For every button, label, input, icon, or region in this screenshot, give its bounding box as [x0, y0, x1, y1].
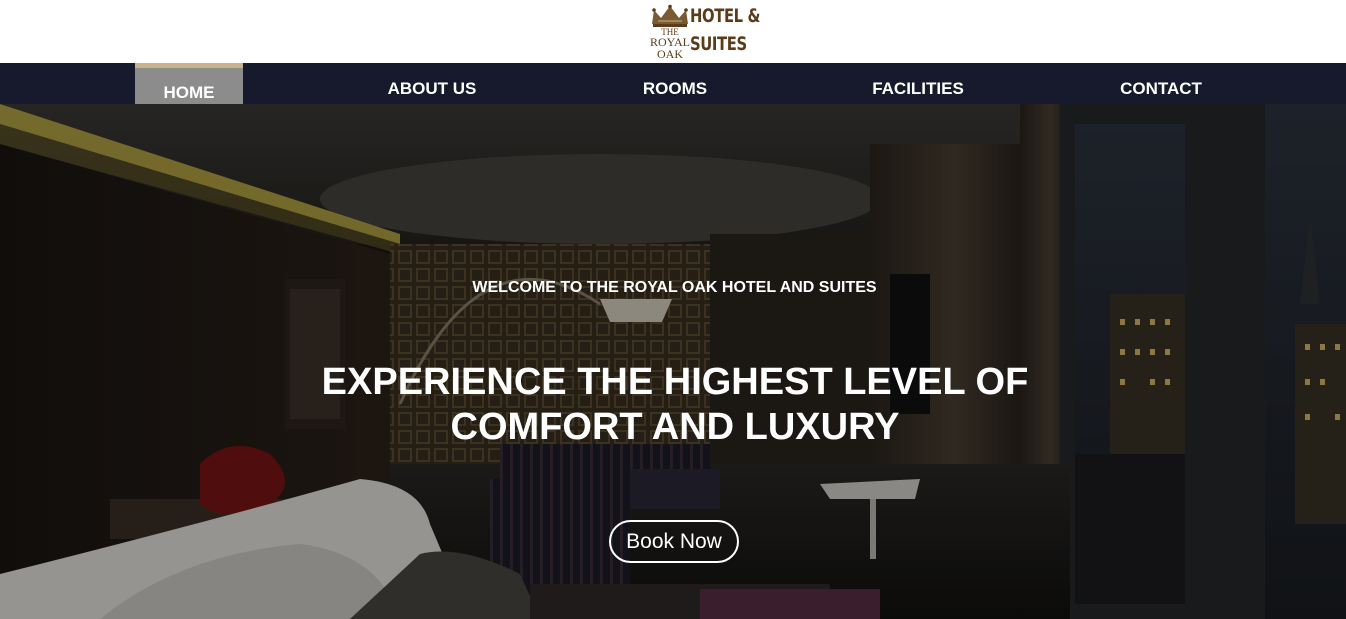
- logo-text-suites: SUITES: [690, 33, 747, 55]
- nav-item-rooms[interactable]: ROOMS: [585, 63, 765, 104]
- nav-item-contact[interactable]: CONTACT: [1071, 63, 1251, 104]
- crown-icon: [652, 4, 688, 27]
- site-header: THE ROYAL OAK HOTEL & SUITES: [0, 0, 1346, 63]
- nav-item-home[interactable]: HOME: [135, 63, 243, 104]
- site-logo[interactable]: THE ROYAL OAK HOTEL & SUITES: [648, 3, 764, 61]
- book-now-button[interactable]: Book Now: [609, 520, 739, 563]
- hero-title: EXPERIENCE THE HIGHEST LEVEL OF COMFORT …: [321, 361, 1029, 448]
- logo-text-hotel: HOTEL &: [690, 5, 761, 27]
- hero-section: WELCOME TO THE ROYAL OAK HOTEL AND SUITE…: [0, 104, 1346, 619]
- logo-text-oak: OAK: [657, 47, 683, 61]
- hero-welcome-text: WELCOME TO THE ROYAL OAK HOTEL AND SUITE…: [472, 279, 877, 296]
- main-nav: HOME ABOUT US ROOMS FACILITIES CONTACT: [0, 63, 1346, 104]
- nav-item-about-us[interactable]: ABOUT US: [342, 63, 522, 104]
- nav-item-facilities[interactable]: FACILITIES: [828, 63, 1008, 104]
